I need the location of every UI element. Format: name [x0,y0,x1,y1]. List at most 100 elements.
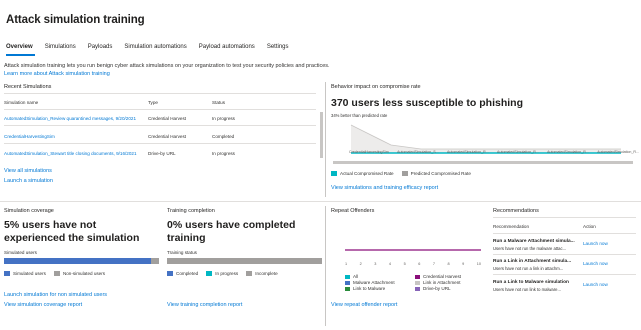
coverage-bar-label: Simulated users [4,250,37,255]
launch-simulation-link[interactable]: Launch a simulation [4,178,53,184]
legend-label: Actual Compromised Rate [340,171,394,176]
recommendation-title: Run a Malware Attachment simula... [493,239,575,244]
legend-label: Predicted Compromised Rate [410,171,471,176]
divider [4,125,316,126]
view-repeat-offender-report-link[interactable]: View repeat offender report [331,302,397,308]
simulation-coverage-card: Simulation coverage 5% users have not ex… [4,206,160,326]
legend-label: Credential Harvest [423,274,462,279]
x-tick-label: AutomatedSimulation_R... [446,150,489,154]
launch-now-link[interactable]: Launch now [583,282,608,287]
recommendation-title: Run a Link in Attachment simula... [493,259,572,264]
launch-now-link[interactable]: Launch now [583,261,608,266]
legend-swatch [415,286,420,291]
x-tick-label: 1 [345,262,348,266]
legend-swatch [415,274,420,279]
coverage-headline: 5% users have not experienced the simula… [4,219,140,244]
actual-rate-line [350,124,621,150]
legend-swatch-incomplete [246,271,253,276]
training-title: Training completion [167,208,215,214]
x-tick-label: AutomatedSimulation_R... [597,150,639,154]
repeat-offenders-card: Repeat Offenders 1 2 3 4 5 6 7 8 9 10 Al… [331,206,487,326]
simulation-status: Completed [212,134,235,139]
legend-label: All [353,274,359,279]
view-efficacy-report-link[interactable]: View simulations and training efficacy r… [331,185,438,191]
view-all-simulations-link[interactable]: View all simulations [4,168,52,174]
legend-swatch [415,280,420,285]
legend-swatch [345,280,350,285]
launch-now-link[interactable]: Launch now [583,241,608,246]
tab-bar: Overview Simulations Payloads Simulation… [6,44,301,50]
simulation-name-link[interactable]: CredentialHarvestingSim [4,134,55,139]
behavior-x-labels: CredentialHarvestingSim AutomatedSimulat… [349,150,639,154]
simulation-name-link[interactable]: AutomatedSimulation_Stewart title closin… [4,151,137,156]
recommendation-title: Run a Link to Malware simulation [493,280,569,285]
legend-label: Malware Attachment [353,280,395,285]
view-coverage-report-link[interactable]: View simulation coverage report [4,302,82,308]
repeat-offenders-chart [345,249,481,251]
tab-payloads[interactable]: Payloads [88,44,113,50]
tab-simulation-automations[interactable]: Simulation automations [124,44,186,50]
x-tick-label: 9 [462,262,465,266]
legend-label: Link in Attachment [423,280,461,285]
legend-swatch-completed [167,271,173,276]
tab-settings[interactable]: Settings [267,44,289,50]
x-tick-label: 2 [359,262,362,266]
divider [493,217,636,218]
view-training-report-link[interactable]: View training completion report [167,302,242,308]
x-tick-label: 6 [418,262,421,266]
tab-simulations[interactable]: Simulations [45,44,76,50]
simulation-type: Credential Harvest [148,134,187,139]
column-divider [325,206,326,326]
coverage-bar [4,258,159,264]
divider [4,143,316,144]
legend-label: Drive-by URL [423,286,451,291]
tab-overview[interactable]: Overview [6,44,33,50]
x-tick-label: AutomatedSimulation_R... [547,150,589,154]
recent-simulations-card: Recent Simulations Simulation name Type … [4,82,323,197]
col-header-type[interactable]: Type [148,100,158,105]
row-divider [0,201,641,202]
x-tick-label: 7 [432,262,435,266]
col-header-name[interactable]: Simulation name [4,100,38,105]
simulation-type: Credential Harvest [148,116,187,121]
scrollbar[interactable] [320,112,323,158]
col-header-recommendation: Recommendation [493,224,530,229]
launch-non-simulated-link[interactable]: Launch simulation for non simulated user… [4,292,107,298]
behavior-impact-title: Behavior impact on compromise rate [331,84,421,90]
legend-swatch-predicted [401,171,408,176]
legend-swatch-in-progress [206,271,213,276]
recommendations-card: Recommendations Recommendation Action Ru… [493,206,638,326]
divider [493,274,636,275]
horizontal-scrollbar[interactable] [333,161,633,164]
col-header-status[interactable]: Status [212,100,225,105]
repeat-legend: All Credential Harvest Malware Attachmen… [345,274,485,291]
coverage-legend: Simulated users Non-simulated users [4,271,105,276]
divider [4,93,316,94]
behavior-headline: 370 users less susceptible to phishing [331,97,523,109]
simulation-name-link[interactable]: AutomatedSimulation_Review quarantined m… [4,116,136,121]
compromise-rate-chart [350,124,621,154]
legend-swatch-actual [331,171,337,176]
legend-swatch [345,286,350,291]
repeat-offenders-title: Repeat Offenders [331,208,375,214]
tab-payload-automations[interactable]: Payload automations [199,44,255,50]
recommendation-desc: Users have not run link to malware... [493,287,561,292]
recommendation-desc: Users have not run the malware attac... [493,246,567,251]
divider [4,109,316,110]
x-tick-label: 5 [403,262,406,266]
x-tick-label: 8 [447,262,450,266]
simulation-status: In progress [212,151,235,156]
learn-more-link[interactable]: Learn more about Attack simulation train… [4,71,110,77]
x-tick-label: 4 [388,262,392,266]
x-tick-label: CredentialHarvestingSim [349,150,389,154]
simulation-status: In progress [212,116,235,121]
coverage-title: Simulation coverage [4,208,54,214]
page-description: Attack simulation training lets you run … [4,63,330,69]
x-tick-label: AutomatedSimulation_S... [397,150,439,154]
behavior-impact-card: Behavior impact on compromise rate 370 u… [331,82,639,197]
training-completion-card: Training completion 0% users have comple… [167,206,323,326]
col-header-action: Action [583,224,596,229]
simulation-type: Drive-by URL [148,151,176,156]
recommendations-title: Recommendations [493,208,539,214]
active-tab-indicator [6,54,35,56]
